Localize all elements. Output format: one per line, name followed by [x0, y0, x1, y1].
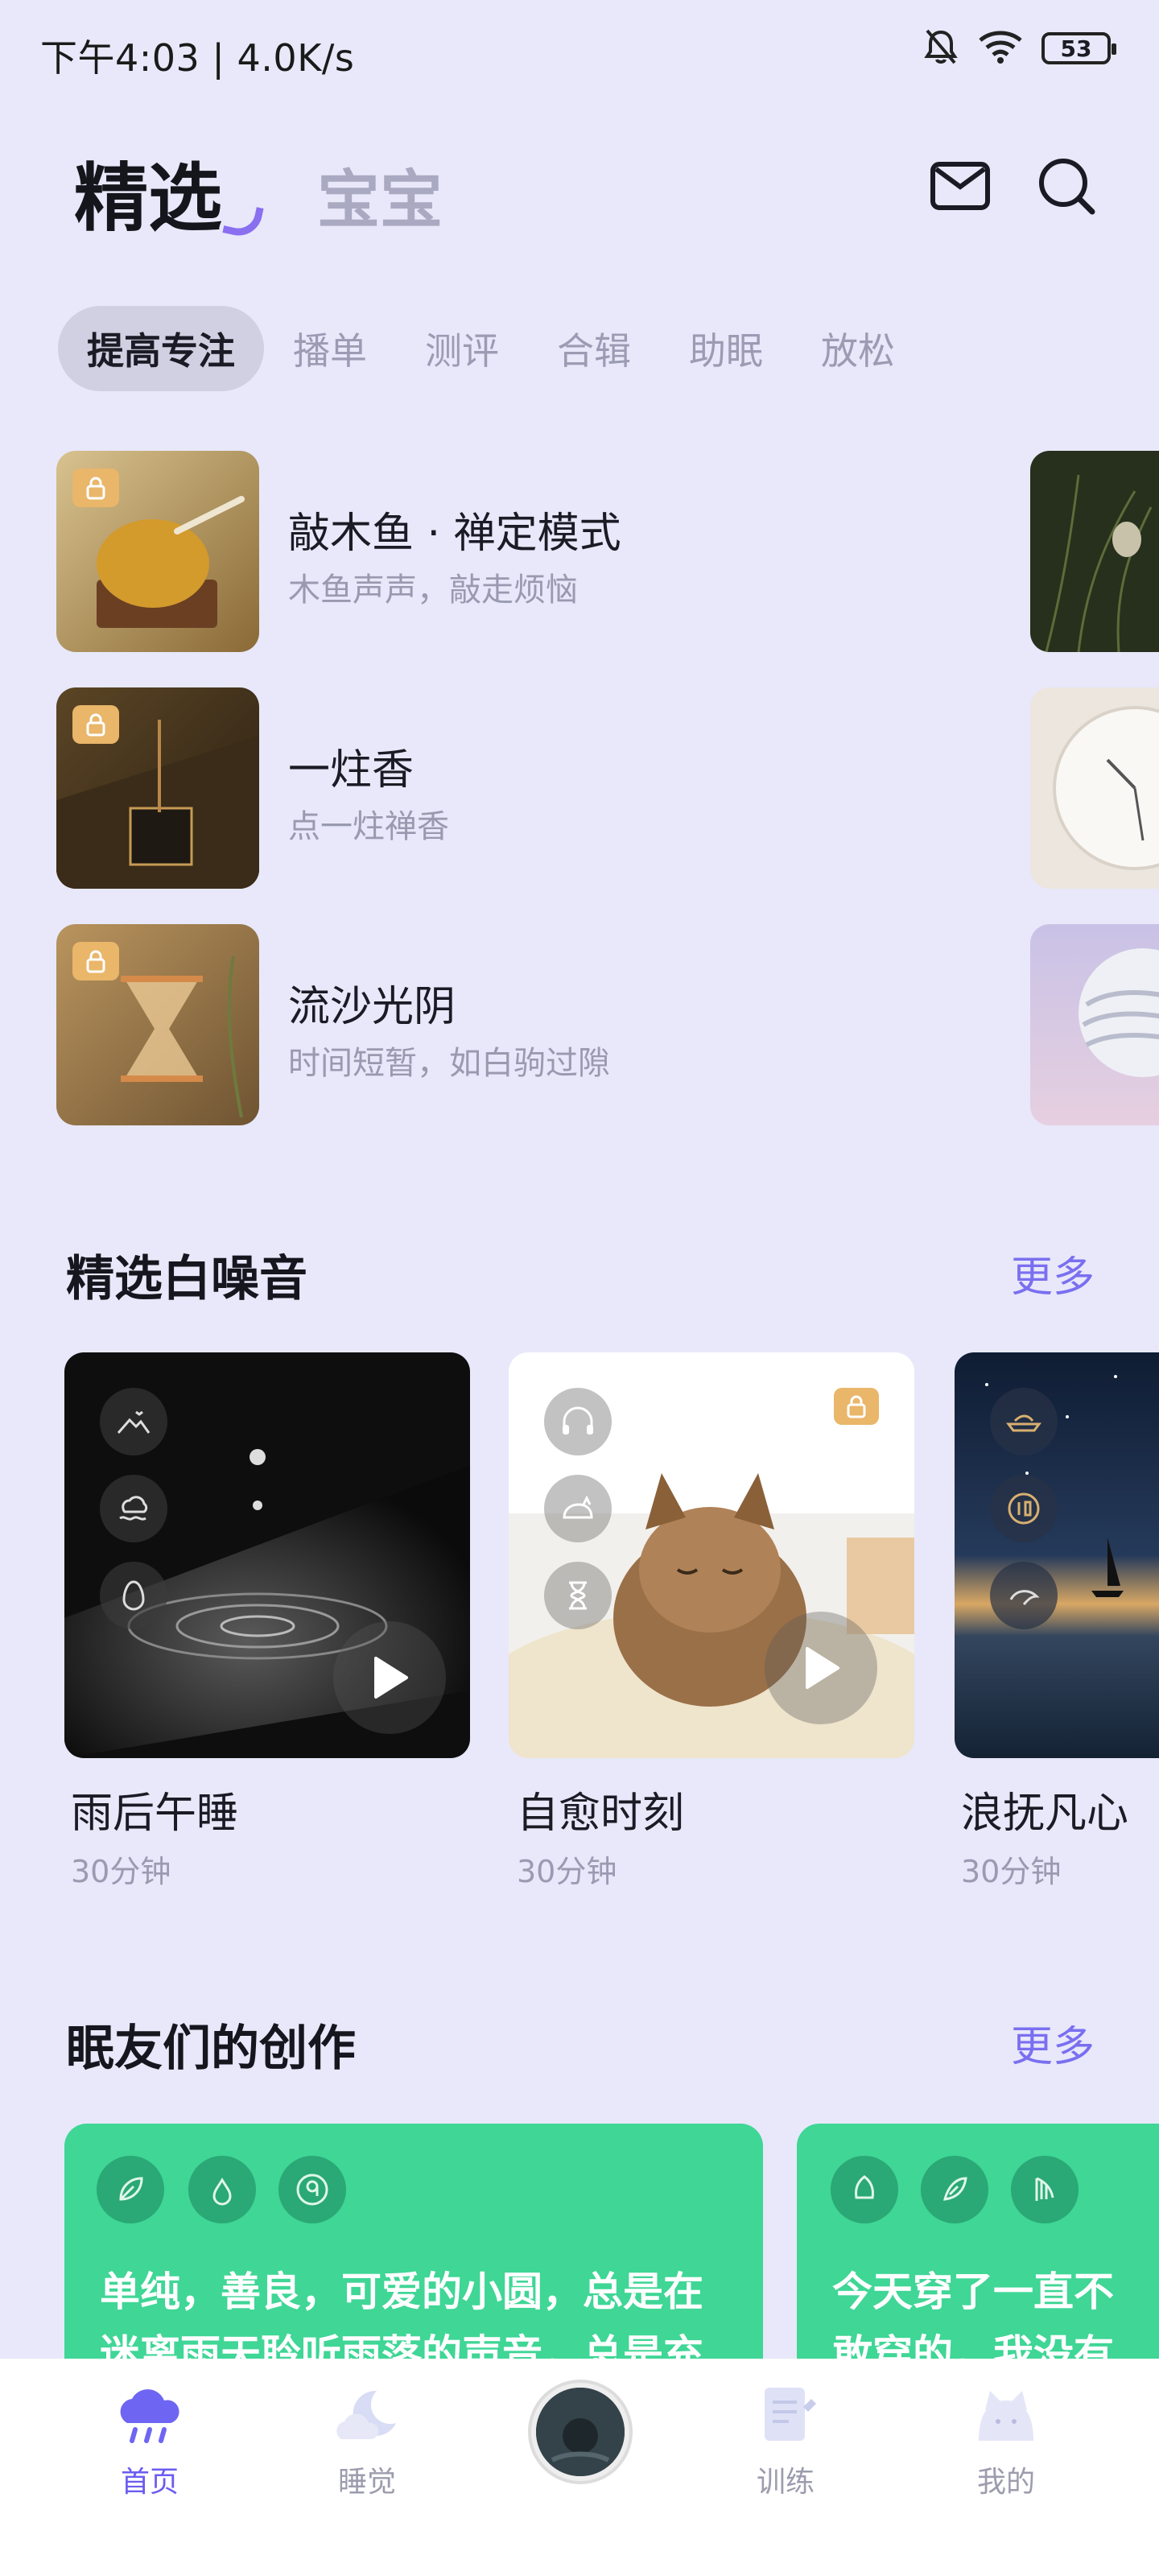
white-noise-title: 雨后午睡: [71, 1790, 239, 1838]
side-thumbnail-clock[interactable]: [1030, 687, 1159, 889]
section-title-creations: 眠友们的创作: [66, 2021, 356, 2077]
muyu-thumbnail: [56, 451, 259, 652]
chip-relax[interactable]: 放松: [792, 306, 924, 391]
number-nine-icon: [278, 2156, 346, 2223]
featured-subtitle: 时间短暂，如白驹过隙: [288, 1045, 610, 1082]
lock-icon: [72, 942, 119, 980]
boat-icon: [990, 1388, 1058, 1455]
hourglass-icon: [544, 1562, 612, 1629]
bottom-nav: 首页 睡觉 训练 我的: [0, 2359, 1159, 2576]
chip-review[interactable]: 测评: [396, 306, 528, 391]
nav-training[interactable]: 训练: [721, 2383, 850, 2500]
side-thumbnail-butterfly[interactable]: [1030, 451, 1159, 652]
battery-icon: 53: [1041, 32, 1116, 64]
category-chips: 提高专注 播单 测评 合辑 助眠 放松: [58, 306, 924, 391]
featured-subtitle: 点一炷禅香: [288, 808, 449, 845]
featured-title: 流沙光阴: [288, 983, 456, 1031]
white-noise-duration: 30分钟: [71, 1854, 171, 1889]
incense-thumbnail: [56, 687, 259, 889]
tab-baby[interactable]: 宝宝: [317, 150, 443, 240]
now-playing-icon[interactable]: [531, 2383, 629, 2481]
mail-icon[interactable]: [924, 150, 996, 222]
white-noise-more-link[interactable]: 更多: [1011, 1243, 1095, 1303]
lock-icon: [72, 469, 119, 507]
white-noise-title: 浪抚凡心: [961, 1790, 1129, 1838]
notebook-icon: [765, 2388, 816, 2441]
featured-item-incense[interactable]: 一炷香 点一炷禅香: [56, 687, 1022, 889]
white-noise-card-rain[interactable]: [64, 1352, 470, 1758]
bell-muted-icon: [922, 27, 959, 69]
nav-sleep[interactable]: 睡觉: [303, 2383, 431, 2500]
white-noise-title: 自愈时刻: [517, 1790, 685, 1838]
white-noise-card-sea[interactable]: [955, 1352, 1159, 1758]
nav-home[interactable]: 首页: [85, 2383, 214, 2500]
bird-icon: [990, 1562, 1058, 1629]
cat-sleep-icon: [544, 1475, 612, 1542]
tab-active-indicator: [222, 200, 264, 241]
section-title-white-noise: 精选白噪音: [66, 1251, 307, 1307]
cloud-wave-icon: [100, 1475, 167, 1542]
wifi-icon: [977, 29, 1024, 68]
moon-cloud-icon: [336, 2390, 396, 2439]
feather-icon: [921, 2156, 988, 2223]
white-noise-duration: 30分钟: [517, 1854, 617, 1889]
featured-title: 敲木鱼 · 禅定模式: [288, 510, 621, 558]
white-noise-duration: 30分钟: [961, 1854, 1062, 1889]
chip-sleep-aid[interactable]: 助眠: [660, 306, 792, 391]
nav-profile[interactable]: 我的: [942, 2383, 1070, 2500]
featured-title: 一炷香: [288, 746, 415, 795]
water-drop-icon: [188, 2156, 256, 2223]
chip-collection[interactable]: 合辑: [528, 306, 660, 391]
headphones-icon: [544, 1388, 612, 1455]
creations-more-link[interactable]: 更多: [1011, 2013, 1095, 2073]
hourglass-thumbnail: [56, 924, 259, 1125]
side-thumbnail-sphere[interactable]: [1030, 924, 1159, 1125]
nav-label: 睡觉: [337, 2466, 396, 2499]
nav-label: 我的: [976, 2466, 1035, 2499]
asmr-icon: [831, 2156, 898, 2223]
search-icon[interactable]: [1030, 150, 1103, 222]
leaf-icon: [97, 2156, 164, 2223]
play-icon[interactable]: [333, 1621, 446, 1734]
featured-item-hourglass[interactable]: 流沙光阴 时间短暂，如白驹过隙: [56, 924, 1022, 1125]
mountain-bird-icon: [100, 1388, 167, 1455]
status-icons: 53: [922, 27, 1116, 69]
cloud-rain-icon: [120, 2389, 179, 2443]
harp-icon: [1011, 2156, 1079, 2223]
play-icon[interactable]: [765, 1612, 877, 1724]
tab-featured[interactable]: 精选: [74, 138, 222, 246]
featured-subtitle: 木鱼声声，敲走烦恼: [288, 572, 578, 609]
chip-playlist[interactable]: 播单: [264, 306, 396, 391]
egg-icon: [100, 1562, 167, 1629]
cat-icon: [979, 2391, 1033, 2441]
lock-icon: [72, 705, 119, 744]
nav-label: 首页: [120, 2466, 179, 2499]
number-ten-icon: [990, 1475, 1058, 1542]
white-noise-card-cat[interactable]: [509, 1352, 914, 1758]
featured-item-muyu[interactable]: 敲木鱼 · 禅定模式 木鱼声声，敲走烦恼: [56, 451, 1022, 652]
chip-focus[interactable]: 提高专注: [58, 306, 264, 391]
lock-icon: [834, 1388, 879, 1425]
status-time: 下午4:03 | 4.0K/s: [40, 36, 355, 80]
nav-label: 训练: [756, 2466, 815, 2499]
